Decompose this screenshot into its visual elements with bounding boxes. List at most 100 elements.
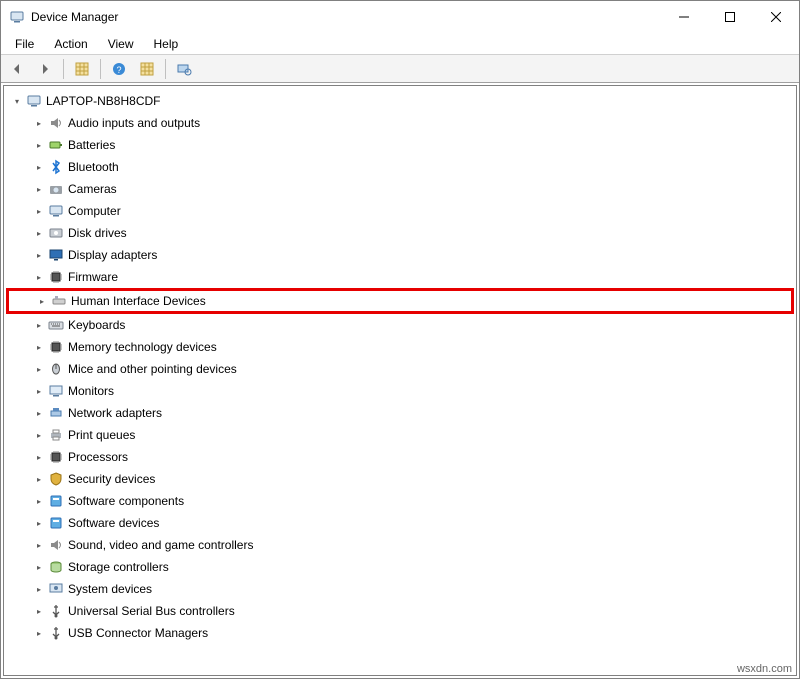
software-device-icon (48, 515, 64, 531)
tree-item-label: Software devices (68, 516, 159, 530)
expand-icon[interactable]: ▸ (32, 362, 46, 376)
expand-icon[interactable]: ▸ (32, 604, 46, 618)
device-manager-window: Device Manager File Action View Help ▾LA… (0, 0, 800, 679)
tree-item-label: Batteries (68, 138, 115, 152)
menu-action[interactable]: Action (44, 35, 97, 53)
tree-item[interactable]: ▸ Human Interface Devices (6, 288, 794, 314)
tree-item-label: Software components (68, 494, 184, 508)
expand-icon[interactable]: ▸ (32, 626, 46, 640)
tree-item[interactable]: ▸ Firmware (6, 266, 794, 288)
tree-item[interactable]: ▸Processors (6, 446, 794, 468)
tree-item[interactable]: ▸ Monitors (6, 380, 794, 402)
menu-file[interactable]: File (5, 35, 44, 53)
tree-item[interactable]: ▸ Cameras (6, 178, 794, 200)
tree-item[interactable]: ▸Network adapters (6, 402, 794, 424)
tree-item[interactable]: ▸ USB Connector Managers (6, 622, 794, 644)
tree-item-label: Sound, video and game controllers (68, 538, 253, 552)
tree-item[interactable]: ▸Universal Serial Bus controllers (6, 600, 794, 622)
expand-icon[interactable]: ▸ (32, 116, 46, 130)
tree-item[interactable]: ▸Memory technology devices (6, 336, 794, 358)
tree-item[interactable]: ▸Mice and other pointing devices (6, 358, 794, 380)
expand-icon[interactable]: ▸ (32, 406, 46, 420)
tree-item-label: Computer (68, 204, 121, 218)
tree-item[interactable]: ▸ Software devices (6, 512, 794, 534)
expand-icon[interactable]: ▾ (10, 94, 24, 108)
tree-item-label: Keyboards (68, 318, 125, 332)
toolbar-separator (100, 59, 101, 79)
title-bar[interactable]: Device Manager (1, 1, 799, 33)
expand-icon[interactable]: ▸ (32, 472, 46, 486)
storage-icon (48, 559, 64, 575)
back-button[interactable] (5, 57, 29, 81)
tree-root[interactable]: ▾LAPTOP-NB8H8CDF (6, 90, 794, 112)
expand-icon[interactable]: ▸ (32, 494, 46, 508)
device-tree[interactable]: ▾LAPTOP-NB8H8CDF ▸ Audio inputs and output… (3, 85, 797, 676)
window-title: Device Manager (31, 10, 661, 24)
firmware-icon (48, 269, 64, 285)
tree-item-label: Human Interface Devices (71, 294, 206, 308)
properties-button[interactable] (135, 57, 159, 81)
tree-item[interactable]: ▸ Audio inputs and outputs (6, 112, 794, 134)
hid-icon (51, 293, 67, 309)
tree-item-label: Firmware (68, 270, 118, 284)
processor-icon (48, 449, 64, 465)
expand-icon[interactable]: ▸ (32, 138, 46, 152)
maximize-button[interactable] (707, 1, 753, 33)
camera-icon (48, 181, 64, 197)
expand-icon[interactable]: ▸ (32, 516, 46, 530)
tree-item[interactable]: ▸ Computer (6, 200, 794, 222)
tree-item-label: Monitors (68, 384, 114, 398)
expand-icon[interactable]: ▸ (32, 248, 46, 262)
show-hidden-button[interactable] (70, 57, 94, 81)
tree-item[interactable]: ▸ Print queues (6, 424, 794, 446)
tree-item-label: USB Connector Managers (68, 626, 208, 640)
expand-icon[interactable]: ▸ (32, 582, 46, 596)
expand-icon[interactable]: ▸ (32, 340, 46, 354)
expand-icon[interactable]: ▸ (32, 270, 46, 284)
tree-item[interactable]: ▸ Software components (6, 490, 794, 512)
expand-icon[interactable]: ▸ (32, 318, 46, 332)
tree-item-label: Cameras (68, 182, 117, 196)
expand-icon[interactable]: ▸ (32, 450, 46, 464)
expand-icon[interactable]: ▸ (32, 160, 46, 174)
expand-icon[interactable]: ▸ (35, 294, 49, 308)
monitor-icon (48, 383, 64, 399)
tree-item-label: Security devices (68, 472, 155, 486)
expand-icon[interactable]: ▸ (32, 204, 46, 218)
close-button[interactable] (753, 1, 799, 33)
scan-hardware-button[interactable] (172, 57, 196, 81)
tree-item-label: Disk drives (68, 226, 127, 240)
tree-item[interactable]: ▸ Batteries (6, 134, 794, 156)
tree-item[interactable]: ▸Storage controllers (6, 556, 794, 578)
tree-item[interactable]: ▸ Security devices (6, 468, 794, 490)
minimize-button[interactable] (661, 1, 707, 33)
app-icon (9, 9, 25, 25)
help-button[interactable] (107, 57, 131, 81)
tree-item[interactable]: ▸ Disk drives (6, 222, 794, 244)
tree-item[interactable]: ▸ Sound, video and game controllers (6, 534, 794, 556)
expand-icon[interactable]: ▸ (32, 384, 46, 398)
keyboard-icon (48, 317, 64, 333)
expand-icon[interactable]: ▸ (32, 538, 46, 552)
tree-item[interactable]: ▸ Keyboards (6, 314, 794, 336)
tree-item[interactable]: ▸System devices (6, 578, 794, 600)
sound-icon (48, 537, 64, 553)
expand-icon[interactable]: ▸ (32, 226, 46, 240)
expand-icon[interactable]: ▸ (32, 428, 46, 442)
expand-icon[interactable]: ▸ (32, 560, 46, 574)
security-icon (48, 471, 64, 487)
tree-item-label: Bluetooth (68, 160, 119, 174)
forward-button[interactable] (33, 57, 57, 81)
tree-item-label: Print queues (68, 428, 135, 442)
usb-icon (48, 603, 64, 619)
software-component-icon (48, 493, 64, 509)
tree-item[interactable]: ▸Display adapters (6, 244, 794, 266)
toolbar-separator (165, 59, 166, 79)
menu-bar: File Action View Help (1, 33, 799, 55)
tree-item-label: Audio inputs and outputs (68, 116, 200, 130)
expand-icon[interactable]: ▸ (32, 182, 46, 196)
menu-help[interactable]: Help (144, 35, 189, 53)
menu-view[interactable]: View (98, 35, 144, 53)
system-icon (48, 581, 64, 597)
tree-item[interactable]: ▸ Bluetooth (6, 156, 794, 178)
